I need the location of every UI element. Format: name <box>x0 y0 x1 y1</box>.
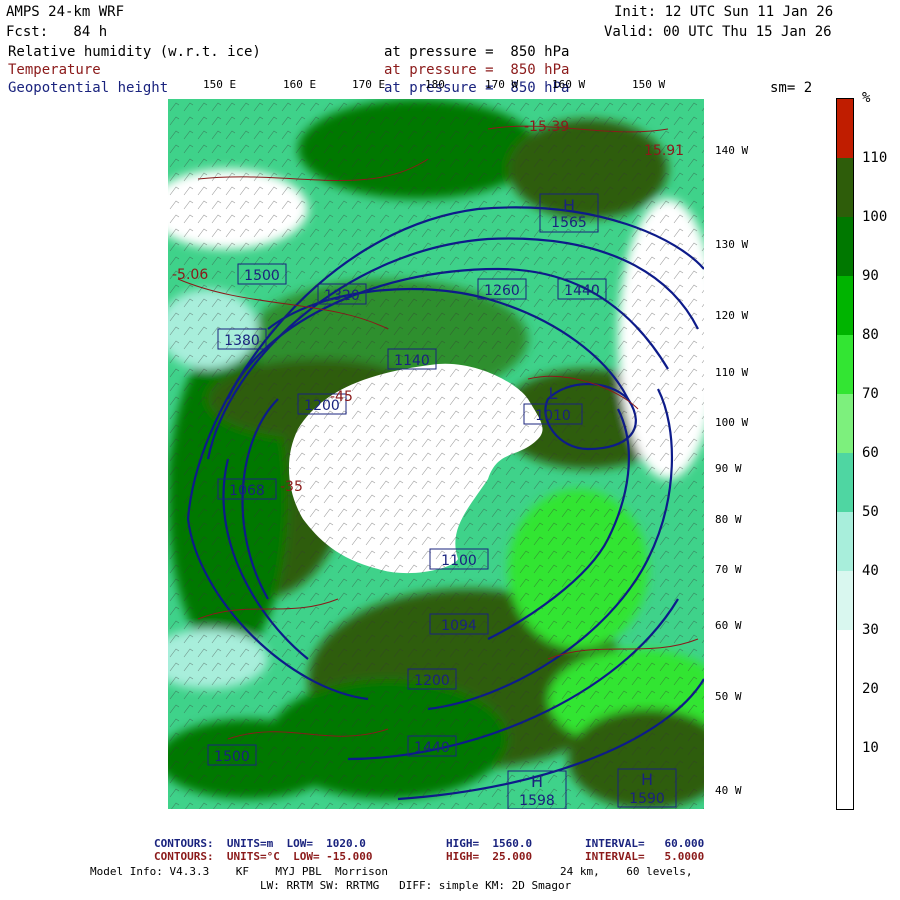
field-height-name: Geopotential height <box>8 80 169 96</box>
colorbar-segment <box>837 512 853 571</box>
colorbar-label: 20 <box>862 681 879 697</box>
colorbar-label: 100 <box>862 209 888 225</box>
pressure-center: L <box>549 384 558 403</box>
temperature-label: -5.06 <box>172 267 208 283</box>
pressure-center: H <box>563 196 575 215</box>
pressure-center: H <box>531 772 543 791</box>
colorbar-unit: % <box>862 90 871 106</box>
lat-label: 80 W <box>715 513 742 526</box>
lon-label: 170 W <box>485 78 519 91</box>
footer-temp-interval: INTERVAL= 5.0000 <box>585 850 705 863</box>
svg-text:1140: 1140 <box>394 353 430 369</box>
footer-grid-info: 24 km, 60 levels, <box>560 865 693 878</box>
lon-label: 150 W <box>632 78 666 91</box>
model-title: AMPS 24-km WRF <box>6 4 125 20</box>
lon-label: 160 W <box>552 78 586 91</box>
forecast-hour: Fcst: 84 h <box>6 24 108 40</box>
svg-text:1010: 1010 <box>535 408 571 424</box>
lon-label: 160 E <box>283 78 317 91</box>
footer-temp-contours: CONTOURS: UNITS=°C LOW= -15.000 <box>154 850 373 863</box>
footer-temp-high: HIGH= 25.000 <box>446 850 533 863</box>
colorbar <box>836 98 854 810</box>
colorbar-label: 10 <box>862 740 879 756</box>
lat-label: 130 W <box>715 238 749 251</box>
footer-physics: LW: RRTM SW: RRTMG DIFF: simple KM: 2D S… <box>260 879 572 892</box>
colorbar-label: 90 <box>862 268 879 284</box>
lat-label: 70 W <box>715 563 742 576</box>
lat-label: 120 W <box>715 309 749 322</box>
field-temp-name: Temperature <box>8 62 101 78</box>
field-height-level: at pressure = 850 hPa <box>384 80 570 96</box>
lon-label: 150 E <box>203 78 237 91</box>
colorbar-label: 70 <box>862 386 879 402</box>
colorbar-label: 110 <box>862 150 888 166</box>
footer-height-high: HIGH= 1560.0 <box>446 837 533 850</box>
colorbar-label: 50 <box>862 504 879 520</box>
valid-time: Valid: 00 UTC Thu 15 Jan 26 <box>604 24 832 40</box>
lat-label: 40 W <box>715 784 742 797</box>
colorbar-segment <box>837 217 853 276</box>
svg-text:1598: 1598 <box>519 793 555 809</box>
lon-label: 170 E <box>352 78 386 91</box>
field-rh-level: at pressure = 850 hPa <box>384 44 570 60</box>
temperature-label: -45 <box>330 389 353 405</box>
smoothing-label: sm= 2 <box>770 80 813 96</box>
temperature-label: -15.39 <box>524 119 569 135</box>
svg-text:1200: 1200 <box>414 673 450 689</box>
svg-text:1100: 1100 <box>441 553 477 569</box>
lon-label: 180 <box>425 78 445 91</box>
svg-text:1590: 1590 <box>629 791 665 807</box>
colorbar-segment <box>837 394 853 453</box>
svg-text:1440: 1440 <box>414 740 450 756</box>
colorbar-label: 80 <box>862 327 879 343</box>
footer-height-contours: CONTOURS: UNITS=m LOW= 1020.0 <box>154 837 366 850</box>
weather-map: 1500 1320 1260 1380 1440 1200 1140 1068 … <box>168 99 704 809</box>
temperature-label: 15.91 <box>644 143 684 159</box>
pressure-center: H <box>641 770 653 789</box>
lat-label: 140 W <box>715 144 749 157</box>
colorbar-segment <box>837 158 853 217</box>
colorbar-label: 30 <box>862 622 879 638</box>
svg-text:1068: 1068 <box>229 483 265 499</box>
lat-label: 90 W <box>715 462 742 475</box>
svg-text:1260: 1260 <box>484 283 520 299</box>
colorbar-segment <box>837 571 853 630</box>
colorbar-segment <box>837 630 853 809</box>
temperature-label: -35 <box>280 479 303 495</box>
colorbar-segment <box>837 335 853 394</box>
colorbar-label: 60 <box>862 445 879 461</box>
svg-text:1500: 1500 <box>214 749 250 765</box>
lat-label: 110 W <box>715 366 749 379</box>
colorbar-segment <box>837 453 853 512</box>
svg-text:1565: 1565 <box>551 215 587 231</box>
svg-text:1380: 1380 <box>224 333 260 349</box>
field-rh-name: Relative humidity (w.r.t. ice) <box>8 44 261 60</box>
colorbar-segment <box>837 99 853 158</box>
lat-label: 50 W <box>715 690 742 703</box>
field-temp-level: at pressure = 850 hPa <box>384 62 570 78</box>
colorbar-segment <box>837 276 853 335</box>
svg-text:1094: 1094 <box>441 618 477 634</box>
lat-label: 100 W <box>715 416 749 429</box>
svg-text:1440: 1440 <box>564 283 600 299</box>
colorbar-label: 40 <box>862 563 879 579</box>
svg-text:1500: 1500 <box>244 268 280 284</box>
footer-height-interval: INTERVAL= 60.000 <box>585 837 705 850</box>
init-time: Init: 12 UTC Sun 11 Jan 26 <box>614 4 834 20</box>
footer-model-info: Model Info: V4.3.3 KF MYJ PBL Morrison <box>90 865 389 878</box>
svg-text:1320: 1320 <box>324 288 360 304</box>
lat-label: 60 W <box>715 619 742 632</box>
